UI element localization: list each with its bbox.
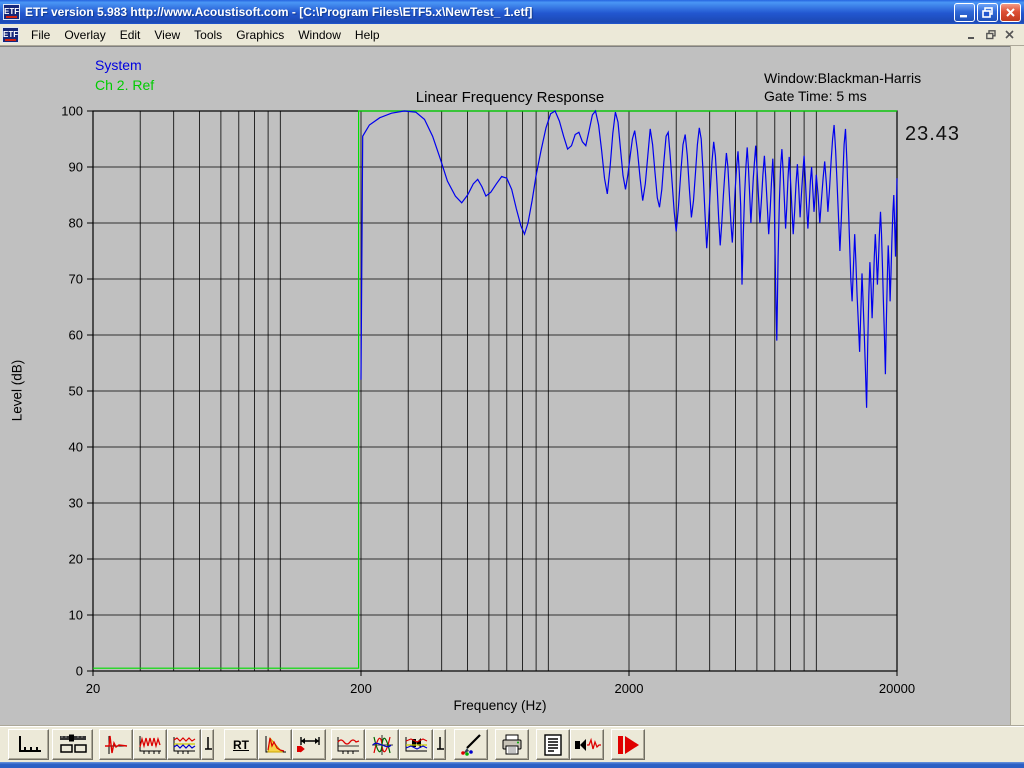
chart-area: System Ch 2. Ref Window:Blackman-Harris … xyxy=(0,46,1010,726)
small-axis-icon xyxy=(435,733,445,757)
title-bar: ETF ETF version 5.983 http://www.Acousti… xyxy=(0,0,1024,24)
menu-file[interactable]: File xyxy=(24,25,57,45)
svg-text:30: 30 xyxy=(69,496,83,511)
small-axis-icon xyxy=(203,733,213,757)
dual-plot-icon xyxy=(58,734,88,756)
svg-text:20: 20 xyxy=(69,552,83,567)
frequency-response-button[interactable] xyxy=(133,729,167,760)
svg-text:20000: 20000 xyxy=(879,681,915,696)
smoothed-response-button[interactable] xyxy=(331,729,365,760)
audio-measure-button[interactable] xyxy=(570,729,604,760)
menu-tools[interactable]: Tools xyxy=(187,25,229,45)
menu-edit[interactable]: Edit xyxy=(113,25,148,45)
brush-icon xyxy=(458,733,484,757)
speaker-wave-icon xyxy=(573,733,601,757)
gate-time-button[interactable] xyxy=(292,729,326,760)
printer-icon xyxy=(499,733,525,757)
window-frame-right xyxy=(1010,46,1024,726)
svg-text:200: 200 xyxy=(350,681,372,696)
svg-text:90: 90 xyxy=(69,160,83,175)
rt-label: RT xyxy=(233,738,249,752)
mdi-restore-icon xyxy=(986,30,996,40)
menu-view[interactable]: View xyxy=(147,25,187,45)
axis-tool2-button[interactable] xyxy=(433,729,446,760)
frequency-response-icon xyxy=(137,733,163,757)
svg-text:80: 80 xyxy=(69,216,83,231)
phase-response-button[interactable] xyxy=(365,729,399,760)
phase-curves-icon xyxy=(369,733,395,757)
svg-text:2000: 2000 xyxy=(615,681,644,696)
annotate-button[interactable] xyxy=(454,729,488,760)
mdi-minimize-button[interactable] xyxy=(963,27,980,42)
close-button[interactable] xyxy=(1000,3,1021,22)
axis-scale-icon xyxy=(15,734,43,756)
mdi-close-icon xyxy=(1005,30,1014,39)
smoothed-response-icon xyxy=(335,733,361,757)
svg-text:50: 50 xyxy=(69,384,83,399)
toolbar: RT xyxy=(0,726,1024,762)
axis-tool-button[interactable] xyxy=(201,729,214,760)
speaker-response-button[interactable] xyxy=(399,729,433,760)
restore-icon xyxy=(982,7,993,18)
close-icon xyxy=(1005,7,1016,18)
svg-text:10: 10 xyxy=(69,608,83,623)
menu-bar: ETF FileOverlayEditViewToolsGraphicsWind… xyxy=(0,24,1024,46)
menu-overlay[interactable]: Overlay xyxy=(57,25,112,45)
play-icon xyxy=(614,733,642,757)
print-button[interactable] xyxy=(495,729,529,760)
minimize-button[interactable] xyxy=(954,3,975,22)
document-icon xyxy=(540,733,566,757)
energy-decay-button[interactable] xyxy=(258,729,292,760)
svg-text:60: 60 xyxy=(69,328,83,343)
menu-graphics[interactable]: Graphics xyxy=(229,25,291,45)
mdi-restore-button[interactable] xyxy=(982,27,999,42)
chart-svg: 0 10 20 30 40 50 60 70 80 90 100 20 200 2000 20000 xyxy=(0,47,1010,727)
plot-scale-button[interactable] xyxy=(8,729,49,760)
impulse-response-icon xyxy=(103,733,129,757)
svg-text:100: 100 xyxy=(61,104,83,119)
document-mdi-icon[interactable]: ETF xyxy=(2,27,19,43)
minimize-icon xyxy=(959,7,970,18)
overlay-response-button[interactable] xyxy=(167,729,201,760)
mdi-minimize-icon xyxy=(967,30,976,39)
svg-text:70: 70 xyxy=(69,272,83,287)
app-window: ETF ETF version 5.983 http://www.Acousti… xyxy=(0,0,1024,768)
restore-button[interactable] xyxy=(977,3,998,22)
svg-text:20: 20 xyxy=(86,681,100,696)
window-frame-bottom xyxy=(0,762,1024,768)
plot-layout-button[interactable] xyxy=(52,729,93,760)
speaker-response-icon xyxy=(403,733,429,757)
gate-time-icon xyxy=(295,733,323,757)
menu-help[interactable]: Help xyxy=(348,25,387,45)
run-button[interactable] xyxy=(611,729,645,760)
svg-text:0: 0 xyxy=(76,664,83,679)
energy-decay-icon xyxy=(262,733,288,757)
overlay-curves-icon xyxy=(171,733,197,757)
impulse-response-button[interactable] xyxy=(99,729,133,760)
svg-text:40: 40 xyxy=(69,440,83,455)
mdi-close-button[interactable] xyxy=(1001,27,1018,42)
app-icon[interactable]: ETF xyxy=(3,4,20,20)
notes-button[interactable] xyxy=(536,729,570,760)
window-title: ETF version 5.983 http://www.Acoustisoft… xyxy=(25,5,954,19)
rt-button[interactable]: RT xyxy=(224,729,258,760)
menu-window[interactable]: Window xyxy=(291,25,348,45)
